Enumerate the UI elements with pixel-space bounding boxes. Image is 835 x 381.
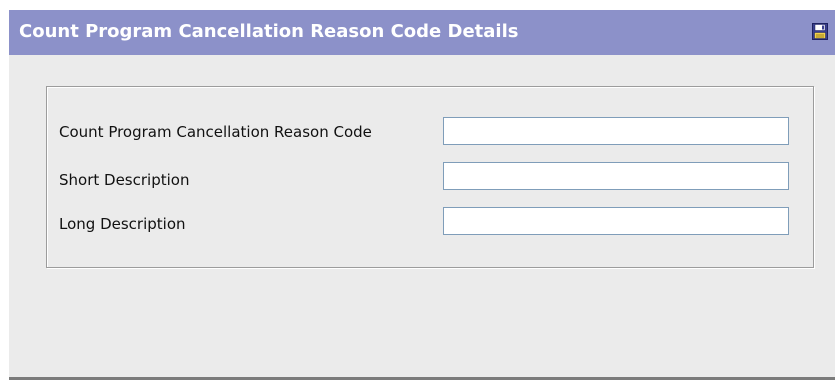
short-description-input[interactable]	[443, 162, 789, 190]
long-description-input[interactable]	[443, 207, 789, 235]
long-description-label: Long Description	[59, 215, 186, 233]
details-panel: Count Program Cancellation Reason Code D…	[9, 10, 835, 380]
reason-code-input[interactable]	[443, 117, 789, 145]
panel-title-bar: Count Program Cancellation Reason Code D…	[9, 10, 835, 55]
short-description-label: Short Description	[59, 171, 190, 189]
panel-title: Count Program Cancellation Reason Code D…	[19, 21, 519, 42]
reason-code-label: Count Program Cancellation Reason Code	[59, 123, 372, 141]
save-icon[interactable]	[812, 23, 828, 40]
